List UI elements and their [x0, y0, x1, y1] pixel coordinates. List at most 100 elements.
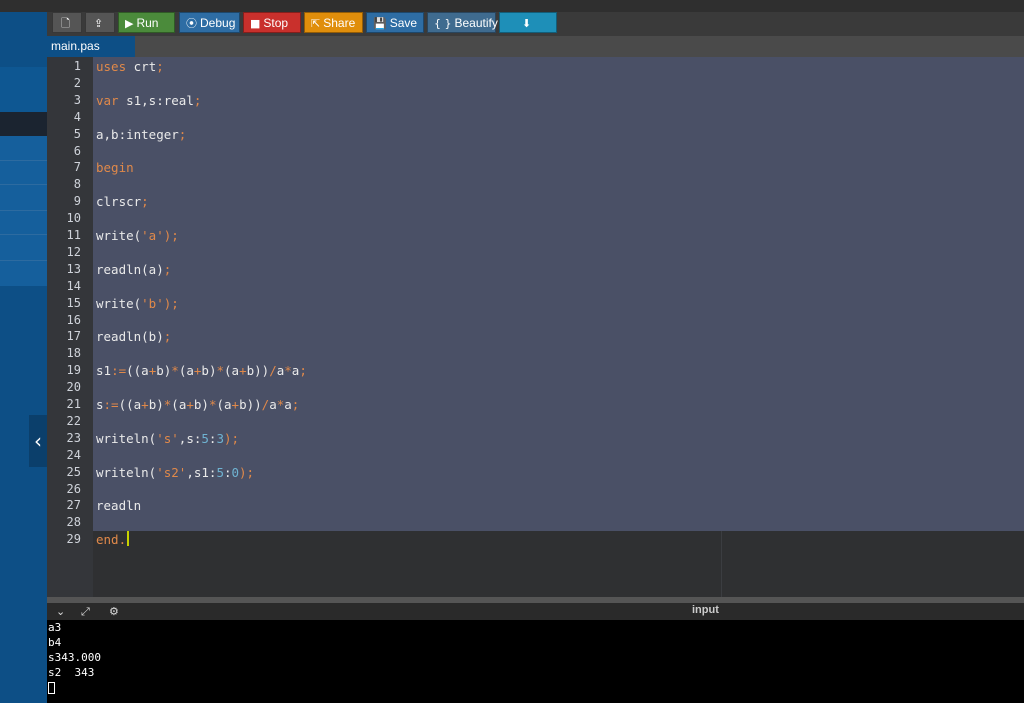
code-line: end. — [96, 531, 130, 548]
debug-button-label: Debug — [200, 16, 236, 30]
code-token: s — [96, 397, 104, 412]
line-number: 15 — [66, 295, 81, 310]
debug-icon: ⦿ — [186, 17, 197, 30]
code-token: (a — [171, 397, 187, 412]
code-token: / — [269, 363, 277, 379]
terminal-output[interactable]: a3 b4 s343.000 s2 343 — [47, 620, 1024, 703]
code-token: ,s1: — [186, 464, 217, 480]
line-number: 27 — [66, 498, 81, 513]
stop-icon: ■ — [250, 17, 261, 30]
code-token: write( — [96, 295, 142, 311]
line-number: 20 — [66, 380, 81, 395]
beautify-button-label: Beautify — [454, 16, 498, 30]
code-token: (a — [216, 397, 232, 412]
terminal-line: a3 — [48, 621, 62, 634]
code-token: 's' — [156, 430, 179, 446]
line-number: 29 — [66, 532, 81, 547]
code-token: ; — [193, 92, 202, 108]
sidebar: ‹ — [0, 12, 47, 703]
save-button[interactable]: 💾 Save — [366, 12, 424, 33]
line-number: 2 — [73, 75, 81, 90]
code-token: b)) — [246, 363, 270, 379]
code-line: readln(a); — [96, 261, 171, 278]
sidebar-band — [0, 67, 47, 112]
code-token: 3 — [216, 430, 224, 446]
download-button[interactable]: ⬇ — [499, 12, 557, 33]
top-strip — [0, 0, 1024, 12]
code-token: b) — [156, 363, 172, 379]
tab-main-pas[interactable]: main.pas — [47, 36, 135, 57]
line-number: 1 — [73, 59, 81, 73]
line-number: 24 — [66, 447, 81, 462]
upload-button[interactable]: ⇪ — [85, 12, 115, 33]
code-token: 's2' — [156, 464, 187, 480]
code-token: clrscr — [96, 194, 142, 210]
code-token: (a — [224, 363, 240, 379]
share-button[interactable]: ⇱ Share — [304, 12, 363, 33]
share-button-label: Share — [323, 16, 356, 30]
file-button[interactable]: 🗋 — [52, 12, 82, 33]
code-token: := — [111, 363, 127, 379]
code-token: writeln( — [96, 430, 157, 446]
code-token: 'a' — [141, 228, 164, 243]
code-token: (a — [178, 363, 194, 379]
line-number: 11 — [66, 228, 81, 242]
code-token: a,b:integer — [96, 126, 179, 142]
line-number: 16 — [66, 312, 81, 327]
code-line: a,b:integer; — [96, 126, 186, 143]
code-token: ; — [141, 194, 149, 210]
code-token: uses — [96, 59, 134, 74]
file-icon: 🗋 — [61, 17, 70, 30]
line-number: 23 — [66, 430, 81, 445]
line-number: 7 — [73, 160, 81, 175]
line-number: 26 — [66, 481, 81, 496]
code-line: s1:=((a+b)*(a+b)*(a+b))/a*a; — [96, 362, 307, 379]
print-margin — [721, 531, 722, 597]
collapse-sidebar-chevron-icon[interactable]: ‹ — [29, 415, 47, 467]
beautify-button[interactable]: { } Beautify — [427, 12, 498, 33]
code-token: 0 — [231, 464, 240, 480]
terminal-line: b4 — [48, 636, 62, 649]
code-token: ; — [156, 59, 164, 74]
chevron-down-icon[interactable]: ⌄ — [56, 603, 65, 620]
sidebar-list[interactable] — [0, 136, 47, 286]
code-area[interactable]: uses crt; var s1,s:real; a,b:integer; begin… — [93, 57, 1024, 531]
code-token: := — [103, 397, 119, 412]
line-number: 8 — [73, 177, 81, 192]
stop-button[interactable]: ■ Stop — [243, 12, 301, 33]
code-editor[interactable]: 1 2 3 4 5 6 7 8 9 10 11 12 13 14 15 16 17 18 19 20 21 22 23 24 2… — [47, 57, 1024, 597]
debug-button[interactable]: ⦿ Debug — [179, 12, 240, 33]
sidebar-divider — [0, 160, 47, 161]
code-token: s1,s:real — [126, 92, 194, 108]
terminal-line: s343.000 — [48, 651, 101, 664]
code-token: write( — [96, 228, 142, 243]
code-token: 5 — [216, 464, 224, 480]
sidebar-divider — [0, 184, 47, 185]
code-line: var s1,s:real; — [96, 92, 201, 109]
expand-icon[interactable]: ⤢ — [81, 603, 90, 620]
code-token: ); — [163, 295, 179, 311]
line-number: 14 — [66, 278, 81, 293]
code-token: readln(a) — [96, 261, 164, 277]
code-token: s1 — [96, 363, 112, 379]
line-number: 25 — [66, 464, 81, 479]
code-line: write('a'); — [96, 227, 179, 244]
line-number: 5 — [73, 126, 81, 141]
settings-icon[interactable]: ⚙ — [109, 603, 119, 620]
line-number: 19 — [66, 363, 81, 378]
run-button[interactable]: ▶ Run — [118, 12, 175, 33]
code-token: end. — [96, 532, 127, 548]
terminal-line: s2 343 — [48, 666, 95, 679]
line-number: 4 — [73, 109, 81, 124]
code-token: b)) — [239, 397, 262, 412]
code-token: writeln( — [96, 464, 157, 480]
beautify-icon: { } — [434, 17, 452, 30]
upload-icon: ⇪ — [93, 17, 104, 30]
code-token: ; — [299, 363, 307, 379]
download-icon: ⬇ — [521, 17, 532, 30]
code-token: : — [223, 464, 232, 480]
line-number: 18 — [66, 346, 81, 361]
code-line: readln(b); — [96, 328, 171, 345]
code-token: ); — [163, 228, 179, 243]
code-token: ; — [291, 397, 300, 412]
